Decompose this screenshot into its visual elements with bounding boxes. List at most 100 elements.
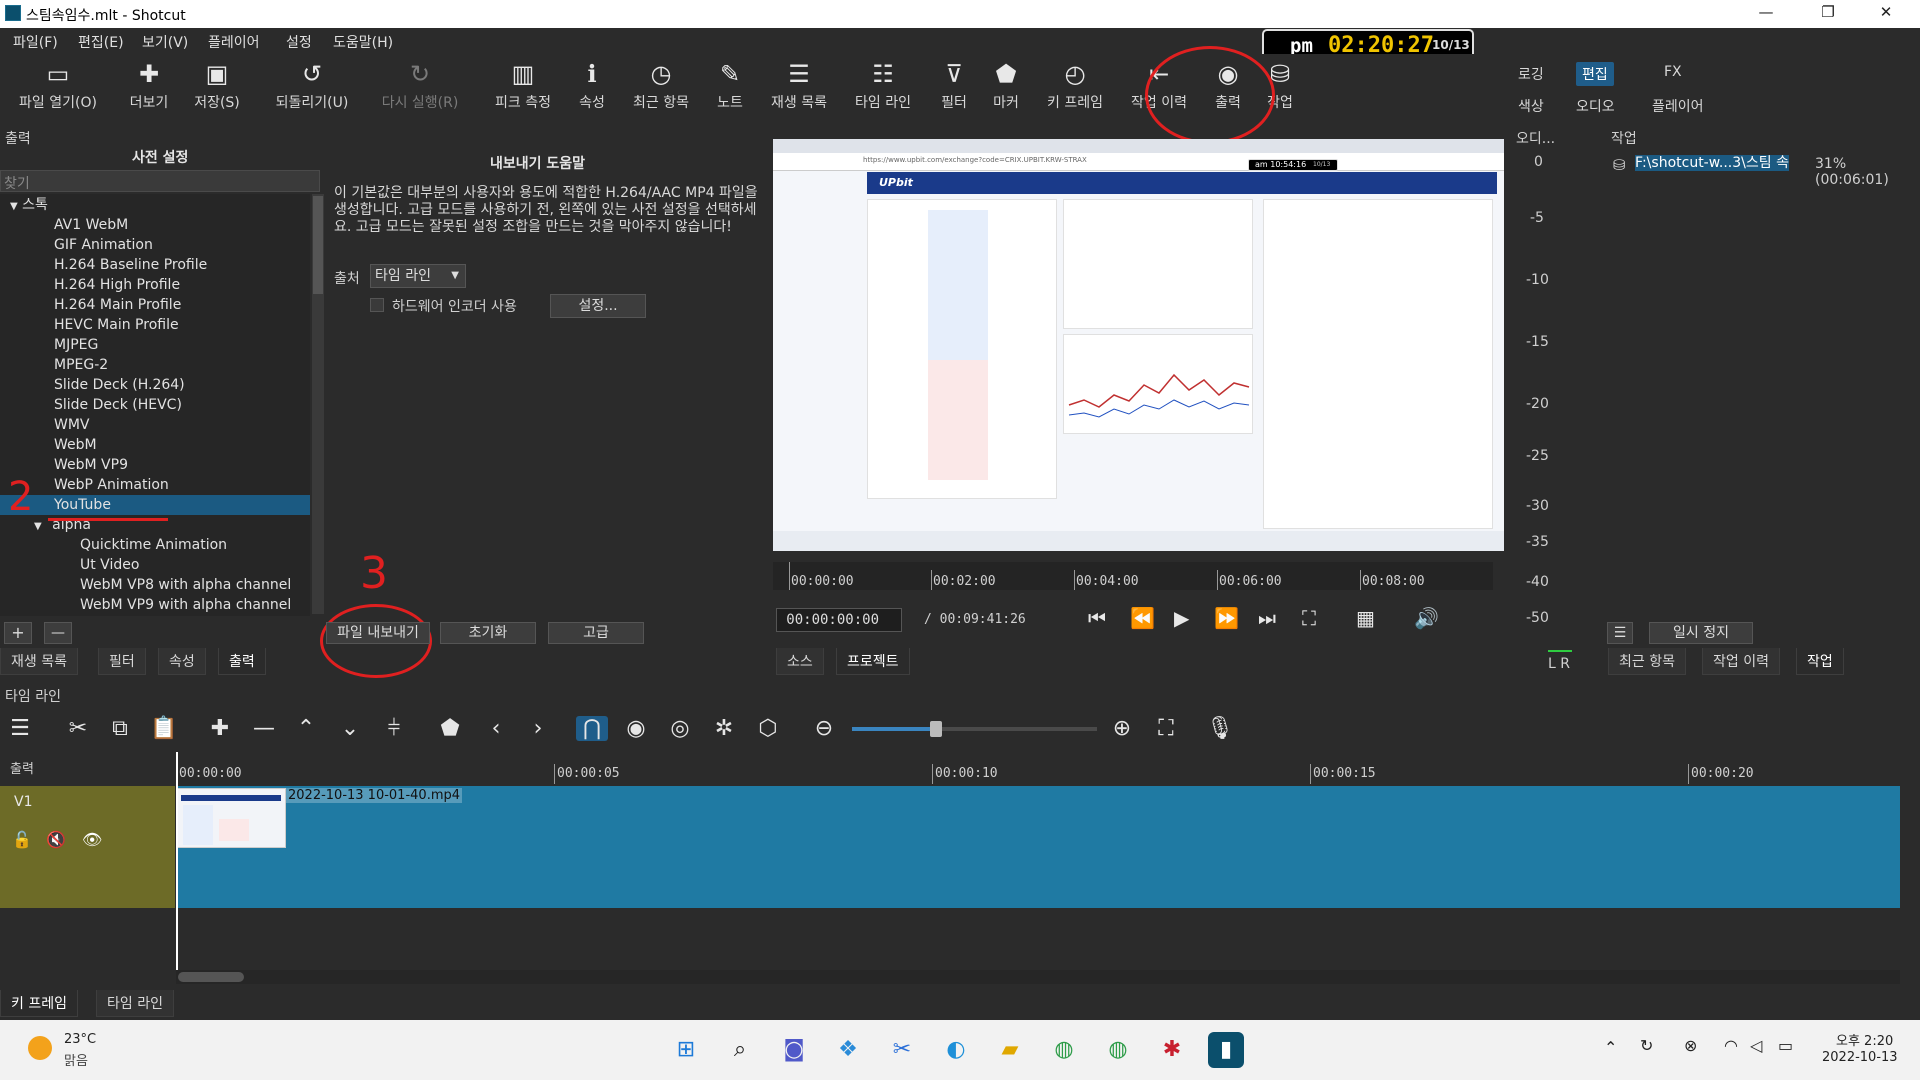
- eye-icon[interactable]: 👁: [82, 830, 102, 849]
- copy-icon[interactable]: ⧉: [104, 716, 136, 741]
- play-icon[interactable]: ▶: [1174, 606, 1189, 630]
- taskbar-time[interactable]: 오후 2:20: [1836, 1030, 1893, 1049]
- tab-timeline[interactable]: 타임 라인: [96, 990, 174, 1017]
- preset-item[interactable]: GIF Animation: [0, 235, 310, 255]
- preset-item[interactable]: WebM VP9: [0, 455, 310, 475]
- zoom-slider[interactable]: [852, 721, 1097, 737]
- preset-item[interactable]: WebM: [0, 435, 310, 455]
- tab-project[interactable]: 프로젝트: [836, 648, 910, 675]
- timeline-scrollbar[interactable]: [176, 970, 1900, 984]
- mode-player[interactable]: 플레이어: [1646, 94, 1710, 118]
- snap-icon[interactable]: ⋂: [576, 716, 608, 741]
- preset-item[interactable]: WebP Animation: [0, 475, 310, 495]
- tab-keyframes[interactable]: 키 프레임: [0, 990, 78, 1017]
- add-preset-button[interactable]: +: [4, 622, 32, 644]
- chevron-up-icon[interactable]: ⌃: [1604, 1038, 1617, 1057]
- grid-icon[interactable]: ▦: [1356, 606, 1375, 630]
- notes-button[interactable]: ✎ 노트: [710, 60, 750, 112]
- app-icon[interactable]: ✱: [1154, 1032, 1190, 1068]
- teams-chat-icon[interactable]: ◙: [776, 1032, 812, 1068]
- save-button[interactable]: ▣ 저장(S): [188, 60, 246, 112]
- timeline-playhead[interactable]: [176, 752, 178, 972]
- paste-icon[interactable]: 📋: [148, 716, 180, 741]
- preset-item[interactable]: Slide Deck (HEVC): [0, 395, 310, 415]
- settings-button[interactable]: 설정...: [550, 294, 646, 318]
- preset-item[interactable]: H.264 High Profile: [0, 275, 310, 295]
- mode-audio[interactable]: 오디오: [1570, 94, 1621, 118]
- fast-forward-icon[interactable]: ⏩: [1214, 606, 1239, 630]
- remove-preset-button[interactable]: —: [44, 622, 72, 644]
- reset-button[interactable]: 초기화: [440, 622, 536, 644]
- rewind-icon[interactable]: ⏪: [1130, 606, 1155, 630]
- tab-recent[interactable]: 최근 항목: [1608, 648, 1686, 675]
- zoom-fit-timeline-icon[interactable]: ⛶: [1150, 716, 1182, 741]
- battery-icon[interactable]: ▭: [1778, 1036, 1793, 1055]
- zoom-in-icon[interactable]: ⊕: [1106, 716, 1138, 741]
- preset-item[interactable]: WMV: [0, 415, 310, 435]
- record-audio-icon[interactable]: 🎙: [1204, 716, 1236, 741]
- tab-export[interactable]: 출력: [218, 648, 266, 675]
- preset-item[interactable]: MJPEG: [0, 335, 310, 355]
- maximize-button[interactable]: ❐: [1808, 3, 1848, 25]
- shotcut-taskbar-icon[interactable]: ▮: [1208, 1032, 1244, 1068]
- timeline-menu-icon[interactable]: ☰: [4, 716, 36, 741]
- marker-button[interactable]: ⬟ 마커: [986, 60, 1026, 112]
- timeline-ruler[interactable]: 00:00:00 00:00:05 00:00:10 00:00:15 00:0…: [176, 752, 1900, 784]
- sync-icon[interactable]: ↻: [1640, 1036, 1653, 1055]
- preset-item[interactable]: WebM VP8 with alpha channel: [0, 575, 310, 595]
- properties-button[interactable]: ℹ 속성: [572, 60, 612, 112]
- preset-item[interactable]: AV1 WebM: [0, 215, 310, 235]
- tab-filters[interactable]: 필터: [98, 648, 146, 675]
- advanced-button[interactable]: 고급: [548, 622, 644, 644]
- pause-jobs-button[interactable]: 일시 정지: [1649, 622, 1753, 644]
- preset-item[interactable]: WebM VP9 with alpha channel: [0, 595, 310, 615]
- wifi-icon[interactable]: ◠: [1724, 1036, 1738, 1055]
- preset-item[interactable]: Ut Video: [0, 555, 310, 575]
- volume-icon[interactable]: 🔊: [1414, 606, 1439, 630]
- taskbar-date[interactable]: 2022-10-13: [1822, 1050, 1898, 1065]
- tree-group-stock[interactable]: ▼ 스톡: [0, 195, 310, 215]
- ripple-icon[interactable]: ◎: [664, 716, 696, 741]
- next-marker-icon[interactable]: ›: [522, 716, 554, 741]
- track-header-v1[interactable]: V1 🔓 🔇 👁: [0, 786, 175, 908]
- minimize-button[interactable]: —: [1746, 3, 1786, 25]
- redo-button[interactable]: ↻ 다시 실행(R): [370, 60, 470, 112]
- speaker-icon[interactable]: ◁: [1750, 1036, 1762, 1055]
- close-button[interactable]: ✕: [1866, 3, 1906, 25]
- mute-icon[interactable]: 🔇: [46, 830, 66, 849]
- preset-list[interactable]: ▼ 스톡 AV1 WebM GIF Animation H.264 Baseli…: [0, 194, 310, 616]
- preset-scrollbar-thumb[interactable]: [313, 196, 323, 294]
- lock-icon[interactable]: 🔓: [12, 830, 32, 849]
- ripple-markers-icon[interactable]: ⬡: [752, 716, 784, 741]
- preset-item-selected[interactable]: YouTube: [0, 495, 310, 515]
- cut-icon[interactable]: ✂: [62, 716, 94, 741]
- ripple-delete-icon[interactable]: —: [248, 716, 280, 741]
- skip-previous-icon[interactable]: ⏮: [1088, 606, 1106, 630]
- export-file-button[interactable]: 파일 내보내기: [326, 622, 430, 644]
- snipping-tool-icon[interactable]: ✂: [884, 1032, 920, 1068]
- undo-button[interactable]: ↺ 되돌리기(U): [262, 60, 362, 112]
- recent-button[interactable]: ◷ 최근 항목: [626, 60, 696, 112]
- preset-item[interactable]: Quicktime Animation: [0, 535, 310, 555]
- overwrite-icon[interactable]: ⌄: [334, 716, 366, 741]
- close-circle-icon[interactable]: ⊗: [1684, 1036, 1697, 1055]
- preset-item[interactable]: Slide Deck (H.264): [0, 375, 310, 395]
- playlist-button[interactable]: ☰ 재생 목록: [764, 60, 834, 112]
- preset-item[interactable]: MPEG-2: [0, 355, 310, 375]
- mode-color[interactable]: 색상: [1512, 94, 1550, 118]
- menu-view[interactable]: 보기(V): [142, 32, 188, 52]
- skip-next-icon[interactable]: ⏭: [1258, 606, 1276, 630]
- timeline-button[interactable]: ☷ 타임 라인: [848, 60, 918, 112]
- jobs-menu-button[interactable]: ☰: [1607, 622, 1633, 644]
- lift-icon[interactable]: ⌃: [290, 716, 322, 741]
- zoom-slider-handle[interactable]: [930, 721, 942, 737]
- preset-item[interactable]: H.264 Main Profile: [0, 295, 310, 315]
- tab-properties[interactable]: 속성: [158, 648, 206, 675]
- filter-button[interactable]: ⊽ 필터: [934, 60, 974, 112]
- menu-edit[interactable]: 편집(E): [78, 32, 124, 52]
- mode-logging[interactable]: 로깅: [1512, 62, 1550, 86]
- video-preview[interactable]: https://www.upbit.com/exchange?code=CRIX…: [773, 139, 1504, 551]
- search-icon[interactable]: ⌕: [722, 1032, 758, 1068]
- player-ruler[interactable]: 00:00:00 00:02:00 00:04:00 00:06:00 00:0…: [773, 562, 1493, 592]
- marker-add-icon[interactable]: ⬟: [434, 716, 466, 741]
